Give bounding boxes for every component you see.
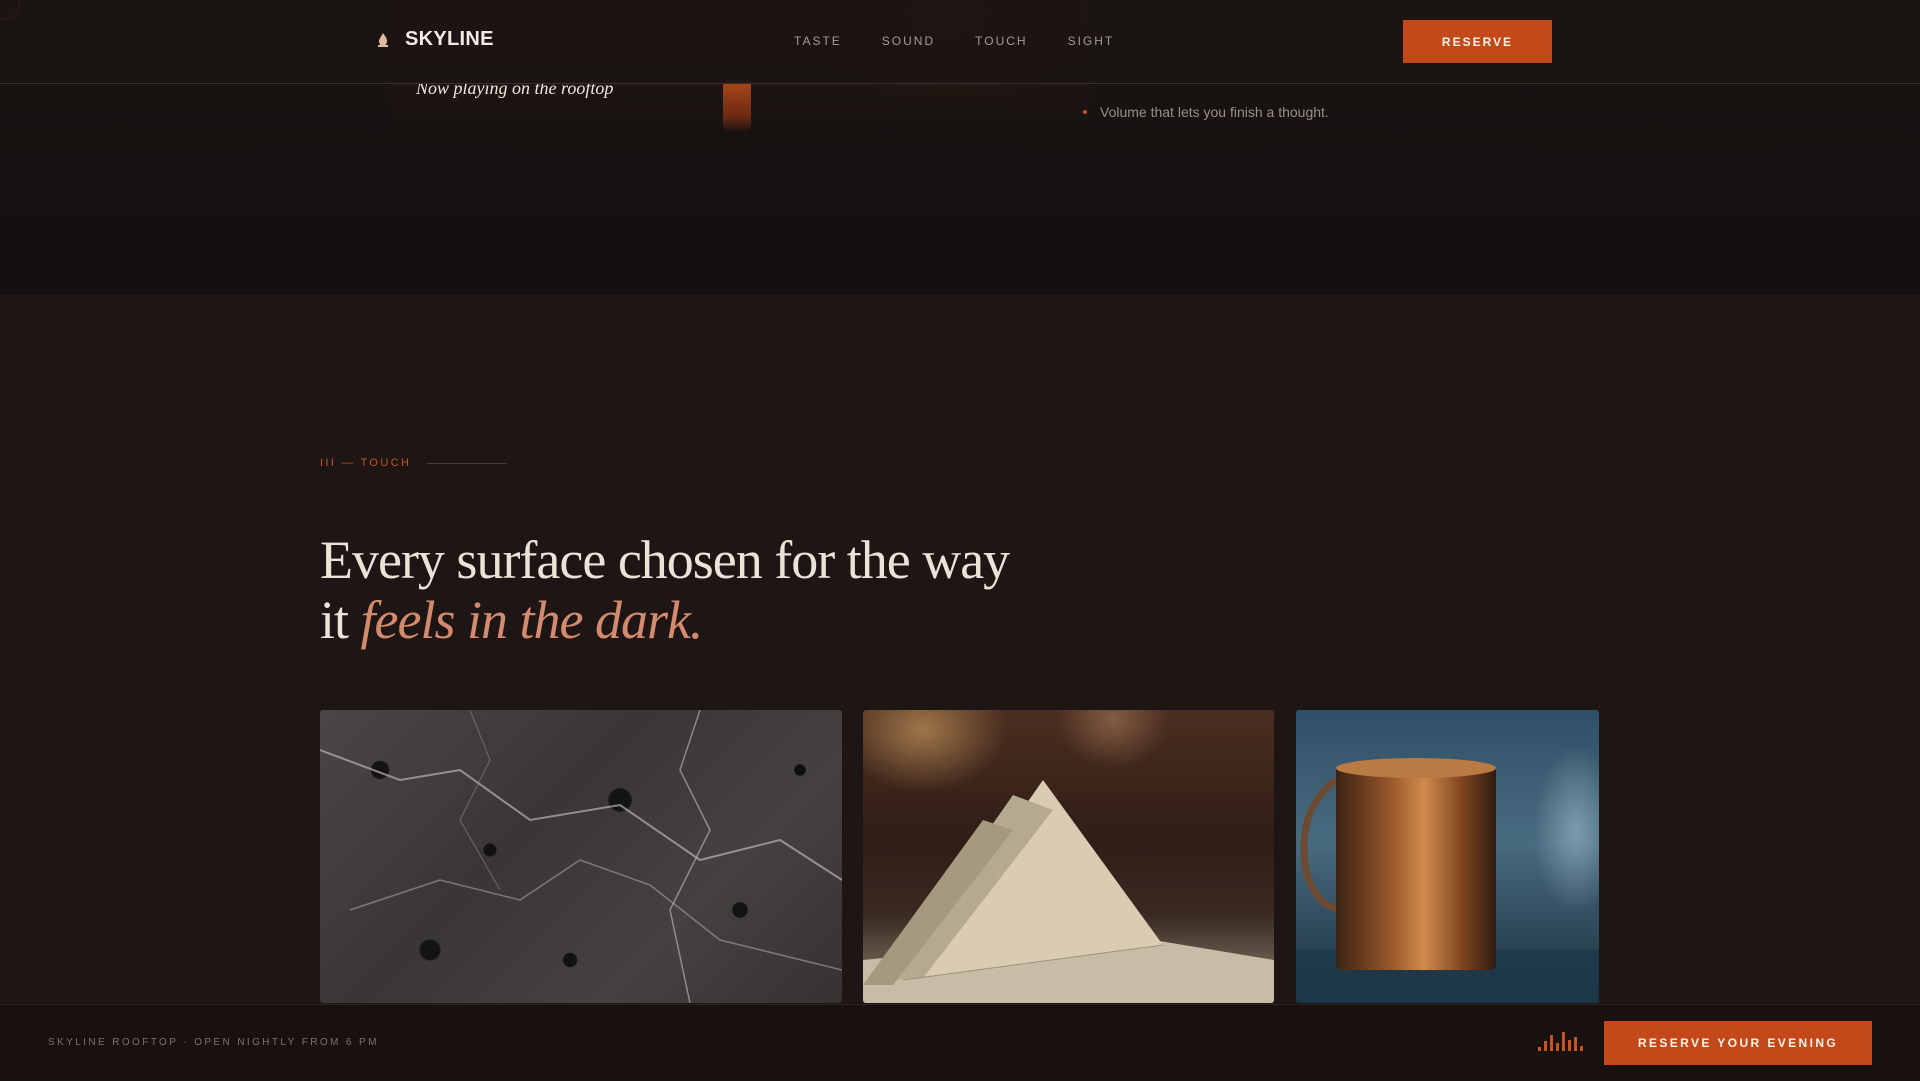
eyebrow-divider — [427, 462, 508, 464]
nav-sound[interactable]: SOUND — [882, 34, 935, 48]
nav-touch[interactable]: TOUCH — [975, 34, 1027, 48]
main-nav: TASTE SOUND TOUCH SIGHT — [794, 34, 1114, 48]
nav-taste[interactable]: TASTE — [794, 34, 842, 48]
brand-name: SKYLINE — [405, 28, 494, 50]
linen-napkin-photo[interactable] — [863, 710, 1274, 1003]
copper-mug-photo[interactable] — [1296, 710, 1599, 1003]
section-headline: Every surface chosen for the way it feel… — [320, 530, 1020, 650]
copper-mug — [1296, 758, 1599, 1003]
footer-info: SKYLINE ROOFTOP · OPEN NIGHTLY FROM 6 PM — [48, 1037, 379, 1048]
site-header: SKYLINE TASTE SOUND TOUCH SIGHT RESERVE — [0, 0, 1920, 84]
reserve-evening-button[interactable]: RESERVE YOUR EVENING — [1604, 1021, 1872, 1065]
section-eyebrow: III — TOUCH — [320, 457, 508, 469]
brand-logo[interactable]: SKYLINE — [376, 28, 494, 51]
lamp-glow — [723, 80, 751, 132]
audio-bars-icon[interactable] — [1538, 1029, 1584, 1058]
flame-icon — [376, 32, 390, 48]
nav-sight[interactable]: SIGHT — [1068, 34, 1115, 48]
feature-list: Volume that lets you finish a thought. — [1083, 104, 1329, 120]
folded-napkin — [863, 780, 1274, 1003]
stone-photo[interactable] — [320, 710, 842, 1003]
marble-veins — [320, 710, 842, 1003]
sticky-footer: SKYLINE ROOFTOP · OPEN NIGHTLY FROM 6 PM… — [0, 1004, 1920, 1081]
eyebrow-label: III — TOUCH — [320, 457, 412, 469]
list-item: Volume that lets you finish a thought. — [1083, 104, 1329, 120]
reserve-button[interactable]: RESERVE — [1403, 20, 1552, 63]
headline-accent: feels in the dark. — [360, 590, 704, 650]
